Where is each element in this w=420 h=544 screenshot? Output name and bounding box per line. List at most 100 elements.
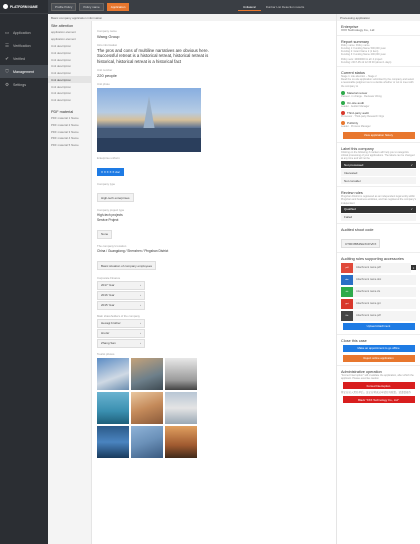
chevron-right-icon: ›	[140, 331, 141, 335]
left-item[interactable]: Unit description	[48, 43, 91, 50]
label-option-interested[interactable]: Interested	[341, 169, 416, 177]
sidebar-item-application[interactable]: ▭ Application	[0, 26, 48, 39]
tourist-photo[interactable]	[131, 391, 163, 424]
tourist-photo[interactable]	[165, 357, 197, 390]
status-desc: Read the on-site application submitted b…	[341, 78, 414, 88]
left-item[interactable]: Unit description	[48, 56, 91, 63]
shareholder[interactable]: Hexagi brother ›	[97, 318, 145, 328]
chevron-right-icon: ›	[140, 341, 141, 345]
left-item[interactable]: application element	[48, 36, 91, 43]
pdf-item[interactable]: PDF material 3 Name	[48, 128, 91, 135]
pdf-item[interactable]: PDF material 2 Name	[48, 121, 91, 128]
logo-icon	[3, 4, 8, 9]
finance-year[interactable]: 2017 Year ›	[97, 280, 145, 290]
blacklist-desc: 将企业拉入黑名单后，该企业将无法申请任何政策，请谨慎操作	[341, 391, 412, 395]
label-option-not-consider[interactable]: Not consider	[341, 177, 416, 185]
view-history-button[interactable]: View application history	[342, 131, 415, 139]
sidebar-item-verification[interactable]: ☰ Verification	[0, 39, 48, 52]
left-item[interactable]: Unit description	[48, 97, 91, 104]
top-bar: Profile Policy Policy name Application U…	[48, 0, 420, 14]
breadcrumb: Basic company application information	[48, 14, 336, 21]
status-note: Leader · Auditor Manager	[341, 105, 370, 109]
shareholder[interactable]: Hiu Er ›	[97, 328, 145, 338]
sidebar-item-settings[interactable]: ⚙ Settings	[0, 78, 48, 91]
pdf-item[interactable]: PDF material 5 Name	[48, 142, 91, 149]
check-icon: ✓	[410, 207, 413, 212]
pdf-item[interactable]: PDF material 4 Name	[48, 135, 91, 142]
tab-application[interactable]: Application	[106, 3, 130, 11]
upload-attachment-button[interactable]: Upload Attachment	[342, 322, 415, 330]
company-name: Wang Group	[97, 34, 120, 39]
right-panel: Processing application Enterprise XXX Te…	[336, 14, 420, 544]
left-item[interactable]: Unit description	[48, 90, 91, 97]
app-root: PLATFORM NAME ▭ Application ☰ Verification…	[0, 0, 420, 544]
tourist-photo[interactable]	[165, 425, 197, 458]
tourist-photo[interactable]	[131, 425, 163, 458]
shareholder[interactable]: Zhang San ›	[97, 338, 145, 348]
appointment-button[interactable]: Make an appointment to go offline	[342, 344, 415, 352]
tourist-photo[interactable]	[97, 357, 129, 390]
intro-label: Intro information	[97, 43, 118, 47]
shield-icon: ⛉	[5, 69, 9, 74]
auditing-title: Auditing rules supporting accessories	[341, 256, 404, 261]
reg-label: Enterprise uniform	[97, 155, 120, 160]
left-item[interactable]: application element	[48, 29, 91, 36]
review-option-failed[interactable]: Failed	[341, 213, 416, 221]
company-photo[interactable]	[97, 87, 201, 152]
employee-situation[interactable]: Basic situation of company employees	[97, 261, 157, 270]
reg-document-badge[interactable]: X X X X X doc	[97, 167, 125, 176]
audit-code: CTRF35B4NHXCKVFX	[341, 239, 381, 249]
project-item: High-tech projects	[97, 212, 123, 217]
pdf-item[interactable]: PDF material 1 Name	[48, 115, 91, 122]
tourist-photo[interactable]	[165, 391, 197, 424]
label-desc: Clicking on the following 3 markers will…	[341, 150, 415, 161]
label-option-not-processed[interactable]: Not processed ✓	[341, 161, 416, 169]
audit-code-title: Audited shoot code	[341, 227, 374, 232]
left-item[interactable]: Unit description	[48, 63, 91, 70]
attachment-row[interactable]: file Attachment name.pdf	[341, 310, 416, 321]
type-label: Company type	[97, 181, 116, 186]
main-content: Company name Wang Group Intro informatio…	[92, 21, 336, 544]
tourist-photo[interactable]	[97, 425, 129, 458]
platform-logo: PLATFORM NAME	[0, 0, 48, 14]
close-icon[interactable]: ×	[411, 265, 416, 271]
report-extra: Funding: 2017-05-12 12:33:00 (about 1 da…	[341, 60, 392, 64]
tourist-photo[interactable]	[131, 357, 163, 390]
tab-unilateral[interactable]: Unilateral	[238, 4, 261, 11]
sidebar-item-verified[interactable]: ✔ Verified	[0, 52, 48, 65]
photo-label: Unit photo	[97, 81, 110, 86]
left-item[interactable]: Unit description	[48, 76, 91, 84]
tourist-label: Tourist photos	[97, 351, 115, 356]
forced-interruption-button[interactable]: Forced Interruption	[342, 382, 415, 390]
chevron-right-icon: ›	[140, 293, 141, 297]
right-header: Processing application	[337, 14, 420, 21]
left-item[interactable]: Unit description	[48, 83, 91, 90]
intro-text: The pros and cons of multiline narrative…	[97, 48, 209, 64]
left-item[interactable]: Unit description	[48, 49, 91, 56]
review-desc: Pingshan District is registered as an in…	[341, 195, 416, 205]
finance-year[interactable]: 2015 Year ›	[97, 300, 145, 310]
finance-year[interactable]: 2016 Year ›	[97, 290, 145, 300]
attachment-row[interactable]: xls Attachment name.xls	[341, 286, 416, 297]
left-panel: Site attention application element appli…	[48, 21, 92, 544]
tab-policy-name[interactable]: Policy name	[79, 3, 104, 11]
shareholder-label: Main shareholders of the company	[97, 313, 140, 318]
project-label: Company project type	[97, 207, 125, 212]
reject-online-button[interactable]: Reject online application	[342, 354, 415, 362]
verification-icon: ☰	[4, 42, 10, 48]
attachment-row[interactable]: ppt Attachment name.ppt	[341, 298, 416, 309]
tab-profile-policy[interactable]: Profile Policy	[51, 3, 77, 11]
left-item[interactable]: Unit description	[48, 70, 91, 77]
attachment-row[interactable]: pdf Attachment name.pdf ×	[341, 262, 416, 273]
ppt-file-icon: ppt	[341, 298, 353, 309]
blacklist-button[interactable]: Black "XXX Technology Co., Ltd"	[342, 396, 415, 404]
tourist-photo[interactable]	[97, 391, 129, 424]
attachment-row[interactable]: doc Attachment name.doc	[341, 274, 416, 285]
pdf-file-icon: pdf	[341, 262, 353, 273]
left-section-title: Site attention	[51, 24, 74, 28]
company-name-label: Company name	[97, 29, 117, 33]
tab-detection-results[interactable]: Dunbar List Detection results	[261, 4, 310, 11]
sidebar-item-management[interactable]: ⛉ Management	[0, 65, 48, 78]
review-option-qualified[interactable]: Qualified ✓	[341, 205, 416, 213]
unit-number: 220 people	[97, 72, 117, 78]
